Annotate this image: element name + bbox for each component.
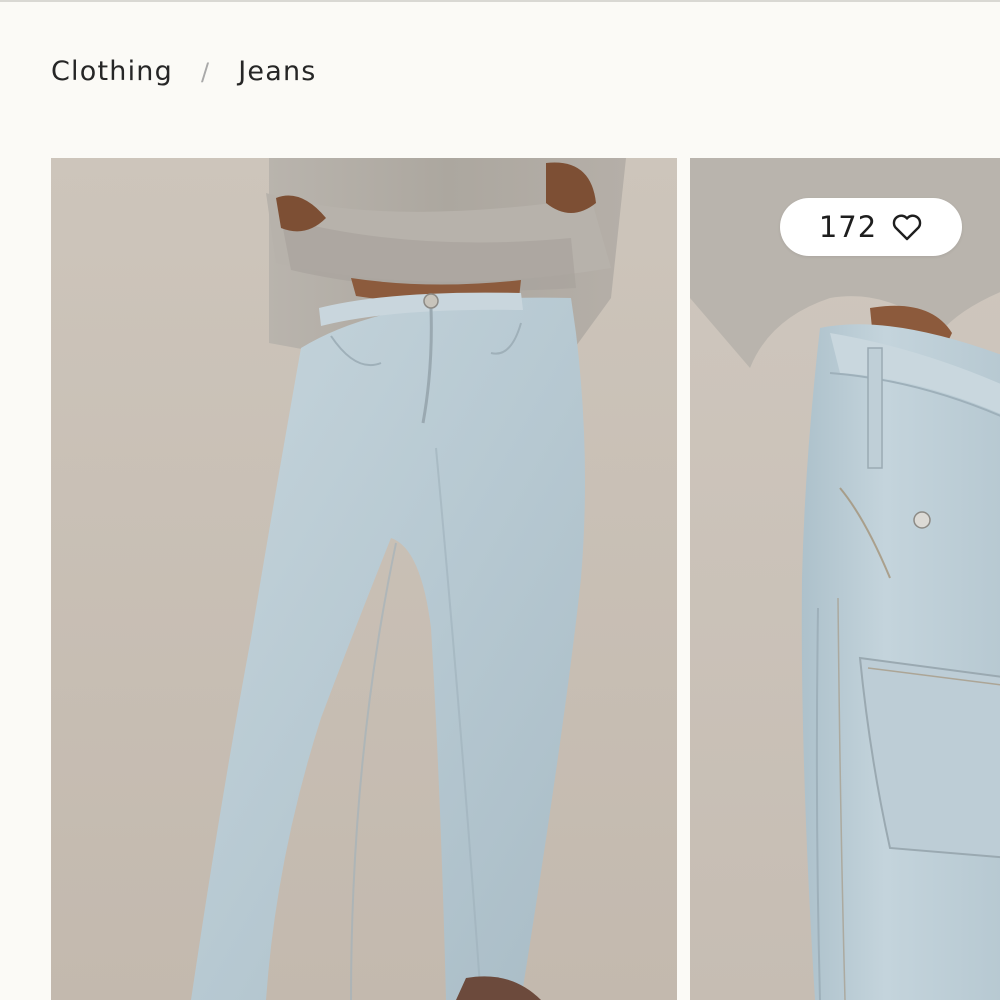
product-photo-main-illustration [51, 158, 677, 1000]
product-image-main[interactable] [51, 158, 677, 1000]
product-page: Clothing / Jeans 172 [0, 0, 1000, 1000]
breadcrumb: Clothing / Jeans [51, 56, 317, 87]
breadcrumb-separator: / [200, 57, 211, 86]
heart-outline-icon [891, 213, 923, 241]
likes-button[interactable]: 172 [780, 198, 962, 256]
likes-count: 172 [818, 210, 878, 244]
product-photo-detail-illustration [690, 158, 1000, 1000]
breadcrumb-jeans-link[interactable]: Jeans [238, 56, 316, 87]
product-image-detail[interactable] [690, 158, 1000, 1000]
breadcrumb-clothing-link[interactable]: Clothing [51, 56, 173, 87]
header-divider [0, 0, 1000, 2]
product-image-gallery[interactable] [51, 158, 1000, 1000]
